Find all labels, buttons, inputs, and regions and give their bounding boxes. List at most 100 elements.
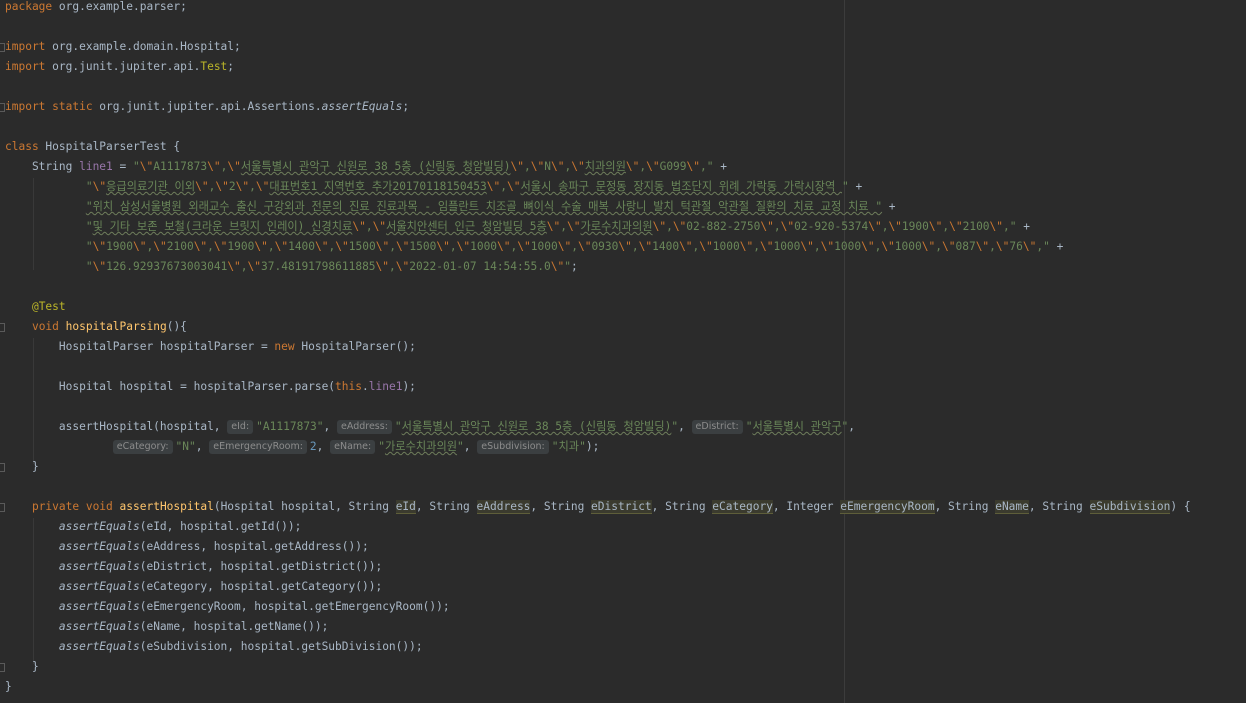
code-line[interactable]: eCategory: "N", eEmergencyRoom: 2, eName: "… <box>5 437 599 457</box>
code-token: "치과" <box>551 440 586 453</box>
code-line[interactable]: "위치 삼성서울병원 외래교수 출신 구강외과 전문의 진료 진료과목 - 임플… <box>5 197 896 217</box>
code-editor[interactable]: package org.example.parser; import org.ex… <box>0 0 1246 703</box>
code-token: } <box>5 460 39 473</box>
code-line[interactable]: package org.example.parser; <box>5 0 187 17</box>
code-line[interactable]: } <box>5 677 12 697</box>
code-token: 서울시 송파구 문정동 장지동 법조단지 위례 가락동 가락시장역 <box>520 180 842 193</box>
code-token: assertEquals <box>58 600 140 613</box>
code-token: " <box>85 240 93 253</box>
code-token: } <box>5 680 12 693</box>
code-token: ; <box>227 60 235 73</box>
code-token: 2100 <box>962 220 990 233</box>
code-line[interactable]: private void assertHospital(Hospital hos… <box>5 497 1191 517</box>
code-token: \" <box>625 160 640 173</box>
code-token: @Test <box>31 300 66 313</box>
code-line[interactable]: assertEquals(eEmergencyRoom, hospital.ge… <box>5 597 450 617</box>
code-token: , <box>989 240 996 253</box>
code-token: \" <box>638 240 653 253</box>
code-token: Test <box>200 60 228 73</box>
code-token: \" <box>928 220 943 233</box>
code-token: + <box>1049 240 1064 253</box>
code-token: , String <box>934 500 996 513</box>
code-token: \" <box>153 240 167 253</box>
code-token: + <box>848 180 863 193</box>
code-token: , <box>195 440 210 453</box>
code-line[interactable]: "\"1900\",\"2100\",\"1900\",\"1400\",\"1… <box>5 237 1064 257</box>
code-token: ) { <box>1170 500 1191 513</box>
code-token: , <box>323 420 338 433</box>
code-token: + <box>882 200 896 213</box>
code-line[interactable]: assertEquals(eId, hospital.getId()); <box>5 517 301 537</box>
code-token: (){ <box>166 320 187 333</box>
code-token: \" <box>195 180 209 193</box>
code-token: , <box>365 220 373 233</box>
code-token: import <box>5 40 46 53</box>
code-token: + <box>713 160 727 173</box>
code-token: 서울특별시 관악구 신원로 38 5층 (신림동 청암빌딩) <box>240 160 511 173</box>
code-line[interactable]: assertHospital(hospital, eId: "A1117873",… <box>5 417 855 437</box>
code-token: \" <box>571 160 585 173</box>
code-token: \" <box>780 220 795 233</box>
code-line[interactable]: "및 기타 보존 보철(크라운 브릿지 인레이) 신경치료\",\"서울치안센터… <box>5 217 1030 237</box>
code-line[interactable]: Hospital hospital = hospitalParser.parse… <box>5 377 416 397</box>
code-line[interactable]: } <box>5 657 39 677</box>
right-margin-guide <box>844 0 845 703</box>
code-token: " <box>133 160 140 173</box>
code-token: " <box>85 180 93 193</box>
code-token: Hospital hospital = hospitalParser.parse… <box>5 380 336 393</box>
code-token: (eName, hospital.getName()); <box>139 620 329 633</box>
code-token: org.example.domain.Hospital; <box>45 40 241 53</box>
code-line[interactable]: assertEquals(eAddress, hospital.getAddre… <box>5 537 369 557</box>
code-token: 가로수치과의원 <box>384 440 458 453</box>
code-token: A1117873 <box>153 160 208 173</box>
code-line[interactable]: String line1 = "\"A1117873\",\"서울특별시 관악구… <box>5 157 727 177</box>
code-token: assertEquals <box>58 640 140 653</box>
code-token: (eDistrict, hospital.getDistrict()); <box>139 560 383 573</box>
code-line[interactable]: "\"응급의료기관 이외\",\"2\",\"대표번호1 지역번호 추가2017… <box>5 177 862 197</box>
code-token: \" <box>497 240 511 253</box>
code-token: 1000 <box>470 240 498 253</box>
code-token: 및 기타 보존 보철(크라운 브릿지 인레이) 신경치료 <box>92 220 353 233</box>
code-token: , String <box>1028 500 1090 513</box>
code-line[interactable]: } <box>5 457 39 477</box>
code-token: import <box>5 60 46 73</box>
code-line[interactable]: "\"126.92937673003041\",\"37.48191798611… <box>5 257 578 277</box>
code-line[interactable]: import org.example.domain.Hospital; <box>5 37 241 57</box>
code-token: \" <box>530 160 545 173</box>
code-line[interactable]: assertEquals(eSubdivision, hospital.getS… <box>5 637 423 657</box>
code-line[interactable]: void hospitalParsing(){ <box>5 317 187 337</box>
code-token: \" <box>215 180 229 193</box>
code-line[interactable]: @Test <box>5 297 66 317</box>
code-token: \" <box>881 240 895 253</box>
code-token: (eAddress, hospital.getAddress()); <box>139 540 369 553</box>
code-token: \" <box>820 240 835 253</box>
code-token: \" <box>995 240 1010 253</box>
code-token: \" <box>949 220 963 233</box>
code-token: \" <box>975 240 990 253</box>
code-line[interactable]: import static org.junit.jupiter.api.Asse… <box>5 97 409 117</box>
code-line[interactable]: HospitalParser hospitalParser = new Hosp… <box>5 337 416 357</box>
code-line[interactable]: import org.junit.jupiter.api.Test; <box>5 57 234 77</box>
code-token: String <box>5 160 80 173</box>
code-token: this <box>335 380 362 393</box>
code-line[interactable]: assertEquals(eCategory, hospital.getCate… <box>5 577 382 597</box>
code-token: 서울특별시 관악구 <box>752 420 842 433</box>
code-line[interactable]: assertEquals(eName, hospital.getName()); <box>5 617 328 637</box>
code-token: , <box>389 240 396 253</box>
code-token: . <box>362 380 369 393</box>
code-token: import static <box>5 100 93 113</box>
code-token: 1900 <box>901 220 929 233</box>
code-token: (eEmergencyRoom, hospital.getEmergencyRo… <box>139 600 450 613</box>
code-token: \" <box>557 240 572 253</box>
code-token: 1500 <box>409 240 437 253</box>
code-line[interactable]: assertEquals(eDistrict, hospital.getDist… <box>5 557 382 577</box>
code-token: 02-920-5374 <box>794 220 869 233</box>
code-token: " <box>85 260 93 273</box>
code-line[interactable]: class HospitalParserTest { <box>5 137 180 157</box>
code-token: 2100 <box>166 240 194 253</box>
